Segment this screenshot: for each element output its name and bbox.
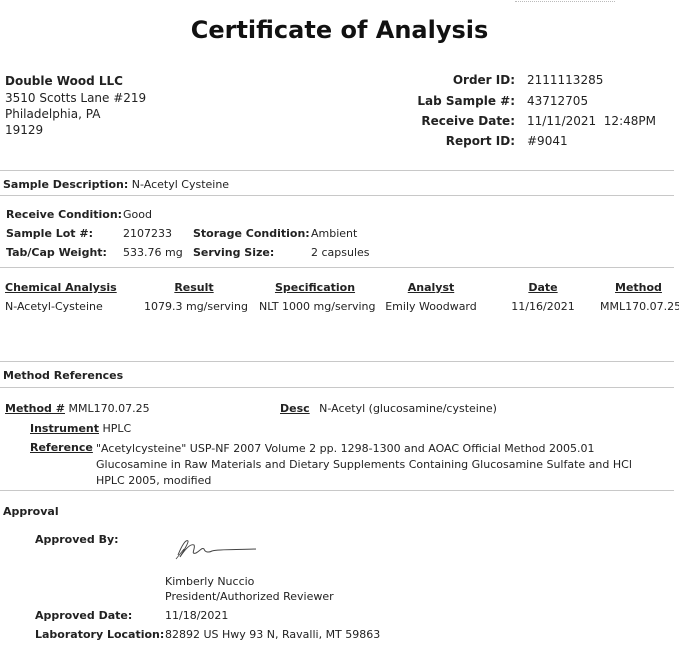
cell-result: 1079.3 mg/serving — [144, 300, 248, 313]
sample-description-row: Sample Description: N-Acetyl Cysteine — [3, 178, 229, 191]
divider — [0, 267, 674, 268]
order-id-value: 2111113285 — [527, 73, 604, 87]
sample-description-label: Sample Description: — [3, 178, 129, 191]
col-header-specification: Specification — [274, 281, 356, 294]
approved-by-label: Approved By: — [35, 533, 119, 546]
col-header-analyst: Analyst — [407, 281, 455, 294]
sample-lot-value: 2107233 — [123, 227, 172, 240]
company-zip: 19129 — [5, 123, 44, 137]
divider — [0, 387, 674, 388]
col-header-chemical: Chemical Analysis — [5, 281, 117, 294]
approval-title: Approval — [3, 505, 59, 518]
method-number-value: MML170.07.25 — [68, 402, 150, 415]
divider — [0, 361, 674, 362]
laboratory-location-value: 82892 US Hwy 93 N, Ravalli, MT 59863 — [165, 628, 381, 641]
serving-size-label: Serving Size: — [193, 246, 275, 259]
instrument-label: Instrument — [30, 422, 99, 435]
instrument-value: HPLC — [102, 422, 132, 435]
col-header-date: Date — [528, 281, 558, 294]
reference-label: Reference — [30, 441, 93, 454]
receive-date-label: Receive Date: — [421, 114, 515, 128]
sample-description-value: N-Acetyl Cysteine — [131, 178, 230, 191]
cell-chemical: N-Acetyl-Cysteine — [5, 300, 103, 313]
col-header-method: Method — [615, 281, 662, 294]
report-id-label: Report ID: — [445, 134, 515, 148]
laboratory-location-label: Laboratory Location: — [35, 628, 165, 641]
company-address-line1: 3510 Scotts Lane #219 — [5, 91, 147, 105]
method-number-row: Method # MML170.07.25 — [5, 402, 150, 415]
storage-condition-value: Ambient — [311, 227, 358, 240]
page-title: Certificate of Analysis — [190, 16, 489, 44]
tab-cap-weight-value: 533.76 mg — [123, 246, 183, 259]
method-references-title: Method References — [3, 369, 124, 382]
report-id-value: #9041 — [527, 134, 568, 148]
cropped-header-text — [515, 0, 615, 2]
approver-name: Kimberly Nuccio — [165, 575, 255, 588]
receive-date-value: 11/11/2021 12:48PM — [527, 114, 656, 128]
storage-condition-label: Storage Condition: — [193, 227, 310, 240]
serving-size-value: 2 capsules — [311, 246, 370, 259]
reference-text: "Acetylcysteine" USP-NF 2007 Volume 2 pp… — [96, 442, 632, 487]
lab-sample-label: Lab Sample #: — [417, 94, 515, 108]
signature — [175, 540, 257, 560]
company-name: Double Wood LLC — [5, 74, 123, 88]
order-id-label: Order ID: — [452, 73, 515, 87]
method-desc-label: Desc — [280, 402, 310, 415]
cell-specification: NLT 1000 mg/serving — [259, 300, 376, 313]
approver-role: President/Authorized Reviewer — [165, 590, 334, 603]
receive-condition-label: Receive Condition: — [6, 208, 123, 221]
divider — [0, 170, 674, 171]
approved-date-value: 11/18/2021 — [165, 609, 229, 622]
method-desc-value: N-Acetyl (glucosamine/cysteine) — [319, 402, 497, 415]
divider — [0, 195, 674, 196]
company-address-line2: Philadelphia, PA — [5, 107, 101, 121]
tab-cap-weight-label: Tab/Cap Weight: — [6, 246, 107, 259]
approved-date-label: Approved Date: — [35, 609, 133, 622]
cell-method: MML170.07.25 — [600, 300, 679, 313]
cell-analyst: Emily Woodward — [385, 300, 477, 313]
col-header-result: Result — [174, 281, 214, 294]
sample-lot-label: Sample Lot #: — [6, 227, 94, 240]
instrument-row: Instrument HPLC — [30, 422, 131, 435]
lab-sample-value: 43712705 — [527, 94, 589, 108]
receive-condition-value: Good — [123, 208, 152, 221]
divider — [0, 490, 674, 491]
cell-date: 11/16/2021 — [511, 300, 575, 313]
method-desc-row: Desc N-Acetyl (glucosamine/cysteine) — [280, 402, 497, 415]
method-number-label: Method # — [5, 402, 65, 415]
